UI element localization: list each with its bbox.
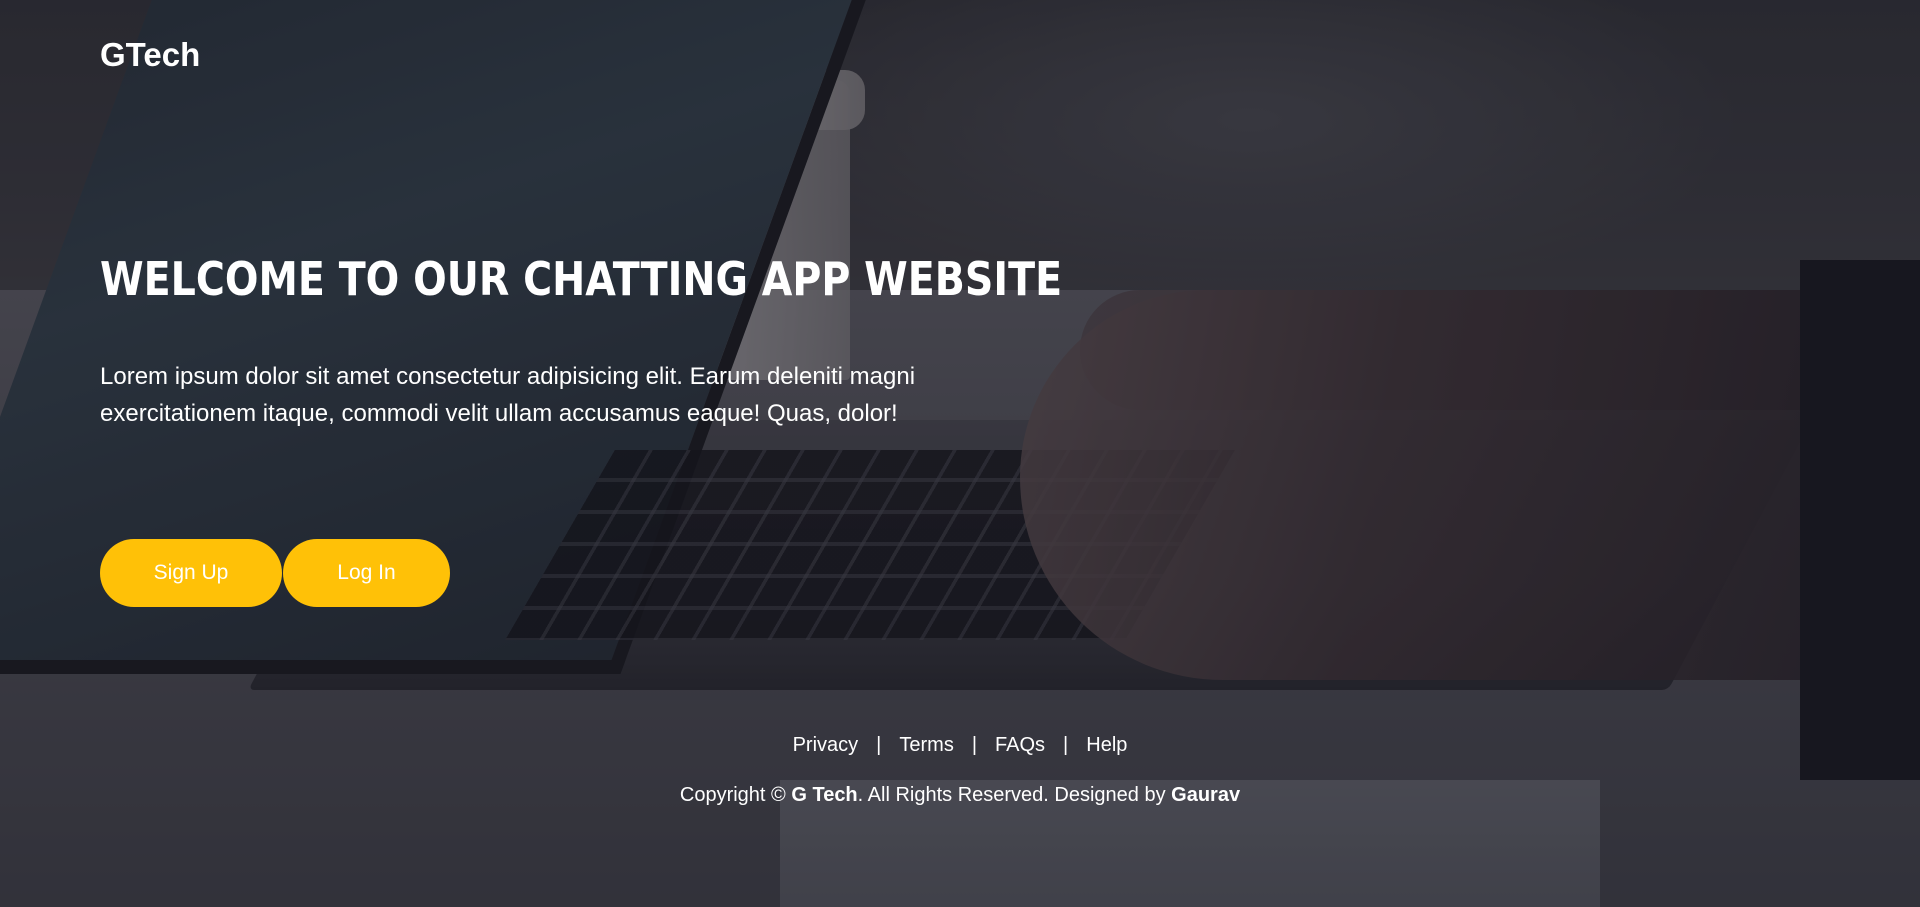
sign-up-button[interactable]: Sign Up bbox=[100, 539, 282, 607]
footer-link-faqs[interactable]: FAQs bbox=[995, 734, 1045, 756]
footer-separator: | bbox=[876, 734, 882, 756]
footer-separator: | bbox=[971, 734, 978, 756]
hero-title: Welcome To Our Chatting App Website bbox=[100, 252, 1063, 306]
page-content: GTech Welcome To Our Chatting App Websit… bbox=[0, 0, 1920, 907]
footer-links: Privacy | Terms | FAQs | Help bbox=[0, 734, 1920, 757]
footer-link-terms[interactable]: Terms bbox=[899, 734, 953, 756]
footer-link-privacy[interactable]: Privacy bbox=[793, 734, 859, 756]
copyright-company: G Tech bbox=[791, 784, 858, 806]
copyright-middle: . All Rights Reserved. Designed by bbox=[857, 784, 1166, 806]
footer-separator: | bbox=[1063, 734, 1069, 756]
copyright-prefix: Copyright © bbox=[679, 784, 786, 806]
brand-logo[interactable]: GTech bbox=[100, 36, 200, 74]
hero-description: Lorem ipsum dolor sit amet consectetur a… bbox=[100, 363, 916, 427]
copyright-text: Copyright © G Tech. All Rights Reserved.… bbox=[0, 784, 1920, 807]
footer-link-help[interactable]: Help bbox=[1086, 734, 1127, 756]
copyright-designer: Gaurav bbox=[1171, 784, 1241, 806]
log-in-button[interactable]: Log In bbox=[283, 539, 450, 607]
